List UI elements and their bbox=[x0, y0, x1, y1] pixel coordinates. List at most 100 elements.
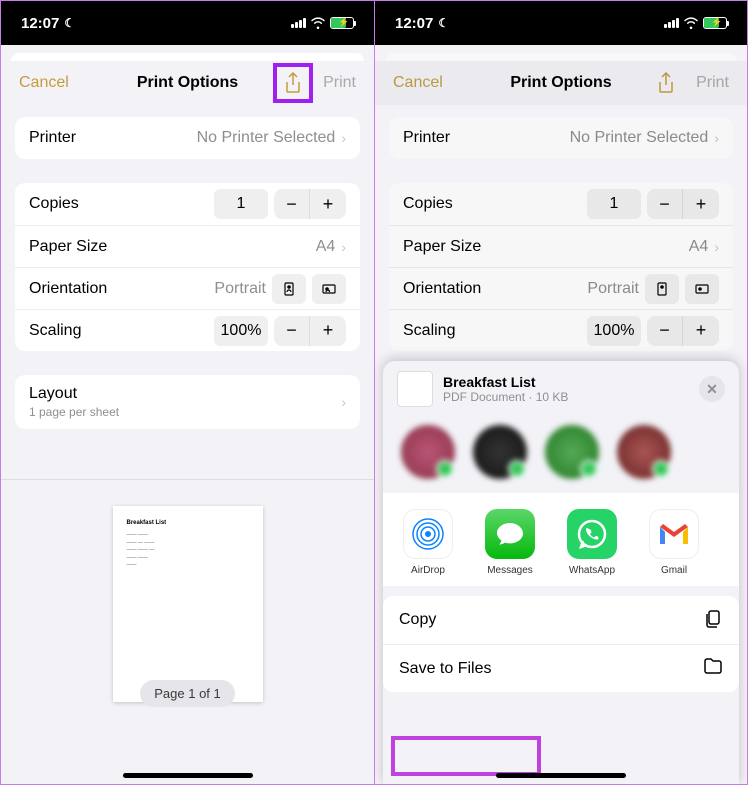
battery-icon: ⚡ bbox=[703, 17, 727, 29]
share-subtitle: PDF Document · 10 KB bbox=[443, 390, 689, 404]
share-thumbnail bbox=[397, 371, 433, 407]
chevron-right-icon: › bbox=[714, 130, 719, 146]
paper-size-label: Paper Size bbox=[29, 238, 107, 256]
close-button[interactable]: ✕ bbox=[699, 376, 725, 402]
orientation-portrait-button[interactable] bbox=[272, 274, 306, 304]
cancel-button[interactable]: Cancel bbox=[19, 74, 69, 92]
copies-decrement-button[interactable]: − bbox=[274, 189, 310, 219]
printer-section: Printer No Printer Selected › bbox=[15, 117, 360, 159]
signal-icon bbox=[664, 18, 679, 28]
background-sheet-edge bbox=[11, 53, 364, 61]
orientation-landscape-button[interactable] bbox=[685, 274, 719, 304]
contact-avatar[interactable] bbox=[401, 425, 455, 479]
preview-line: —— —— — bbox=[127, 547, 249, 555]
nav-bar: Cancel Print Options Print bbox=[1, 61, 374, 105]
orientation-row: Orientation Portrait bbox=[15, 267, 360, 309]
paper-size-value: A4 bbox=[689, 238, 709, 256]
highlight-annotation bbox=[391, 736, 541, 776]
orientation-landscape-button[interactable] bbox=[312, 274, 346, 304]
orientation-portrait-button[interactable] bbox=[645, 274, 679, 304]
printer-value: No Printer Selected bbox=[570, 129, 709, 147]
app-messages[interactable]: Messages bbox=[481, 509, 539, 576]
share-sheet: Breakfast List PDF Document · 10 KB ✕ Ai… bbox=[383, 361, 739, 784]
chevron-right-icon: › bbox=[341, 130, 346, 146]
messages-icon bbox=[485, 509, 535, 559]
folder-icon bbox=[703, 657, 723, 680]
app-gmail[interactable]: Gmail bbox=[645, 509, 703, 576]
layout-row[interactable]: Layout 1 page per sheet › bbox=[15, 375, 360, 429]
scaling-value[interactable]: 100% bbox=[587, 316, 641, 346]
copies-stepper: − + bbox=[274, 189, 346, 219]
home-indicator[interactable] bbox=[123, 773, 253, 778]
save-label: Save to Files bbox=[399, 660, 491, 678]
whatsapp-icon bbox=[567, 509, 617, 559]
preview-line: —— — —— bbox=[127, 540, 249, 548]
print-button[interactable]: Print bbox=[696, 74, 729, 92]
print-button[interactable]: Print bbox=[323, 74, 356, 92]
layout-label: Layout bbox=[29, 385, 119, 403]
app-whatsapp[interactable]: WhatsApp bbox=[563, 509, 621, 576]
printer-section: Printer No Printer Selected › bbox=[389, 117, 733, 159]
share-button[interactable] bbox=[646, 63, 686, 103]
copy-action[interactable]: Copy bbox=[383, 596, 739, 644]
scaling-stepper: − + bbox=[274, 316, 346, 346]
scaling-value[interactable]: 100% bbox=[214, 316, 268, 346]
contact-avatar[interactable] bbox=[545, 425, 599, 479]
wifi-icon bbox=[683, 17, 699, 29]
settings-section: Copies 1 − + Paper Size A4 › Orientation… bbox=[15, 183, 360, 351]
printer-row[interactable]: Printer No Printer Selected › bbox=[15, 117, 360, 159]
app-label: Gmail bbox=[661, 565, 687, 576]
page-indicator: Page 1 of 1 bbox=[140, 680, 235, 707]
app-label: AirDrop bbox=[411, 565, 445, 576]
preview-line: —— —— bbox=[127, 555, 249, 563]
paper-size-label: Paper Size bbox=[403, 238, 481, 256]
moon-icon: ☾ bbox=[438, 16, 449, 30]
contact-avatar[interactable] bbox=[617, 425, 671, 479]
share-title: Breakfast List bbox=[443, 374, 689, 390]
gmail-icon bbox=[649, 509, 699, 559]
scaling-increment-button[interactable]: + bbox=[310, 316, 346, 346]
chevron-right-icon: › bbox=[714, 239, 719, 255]
status-bar: 12:07 ☾ ⚡ bbox=[1, 1, 374, 45]
printer-label: Printer bbox=[29, 129, 76, 147]
contacts-row bbox=[383, 417, 739, 493]
copies-row: Copies 1 − + bbox=[389, 183, 733, 225]
printer-value: No Printer Selected bbox=[197, 129, 336, 147]
page-preview[interactable]: Breakfast List —— —— —— — —— —— —— — —— … bbox=[113, 506, 263, 702]
contact-avatar[interactable] bbox=[473, 425, 527, 479]
airdrop-icon bbox=[403, 509, 453, 559]
nav-bar: Cancel Print Options Print bbox=[375, 61, 747, 105]
layout-sub: 1 page per sheet bbox=[29, 405, 119, 419]
left-screenshot: 12:07 ☾ ⚡ Cancel Print Options Print Pri… bbox=[0, 0, 374, 785]
preview-line: —— bbox=[127, 562, 249, 570]
share-button[interactable] bbox=[273, 63, 313, 103]
copies-increment-button[interactable]: + bbox=[683, 189, 719, 219]
scaling-label: Scaling bbox=[403, 322, 455, 340]
scaling-decrement-button[interactable]: − bbox=[274, 316, 310, 346]
printer-row[interactable]: Printer No Printer Selected › bbox=[389, 117, 733, 159]
copies-increment-button[interactable]: + bbox=[310, 189, 346, 219]
scaling-row: Scaling 100% − + bbox=[389, 309, 733, 351]
apps-row: AirDrop Messages WhatsApp Gmail bbox=[383, 493, 739, 586]
copies-value[interactable]: 1 bbox=[587, 189, 641, 219]
copies-value[interactable]: 1 bbox=[214, 189, 268, 219]
app-airdrop[interactable]: AirDrop bbox=[399, 509, 457, 576]
moon-icon: ☾ bbox=[64, 16, 75, 30]
save-to-files-action[interactable]: Save to Files bbox=[383, 644, 739, 692]
scaling-increment-button[interactable]: + bbox=[683, 316, 719, 346]
orientation-value: Portrait bbox=[587, 280, 639, 298]
copies-label: Copies bbox=[403, 195, 453, 213]
cancel-button[interactable]: Cancel bbox=[393, 74, 443, 92]
paper-row[interactable]: Paper Size A4 › bbox=[15, 225, 360, 267]
copies-decrement-button[interactable]: − bbox=[647, 189, 683, 219]
share-icon bbox=[657, 72, 675, 94]
home-indicator[interactable] bbox=[496, 773, 626, 778]
share-header: Breakfast List PDF Document · 10 KB ✕ bbox=[383, 361, 739, 417]
app-label: Messages bbox=[487, 565, 533, 576]
printer-label: Printer bbox=[403, 129, 450, 147]
paper-row[interactable]: Paper Size A4 › bbox=[389, 225, 733, 267]
scaling-decrement-button[interactable]: − bbox=[647, 316, 683, 346]
actions-list: Copy Save to Files bbox=[383, 596, 739, 692]
scaling-row: Scaling 100% − + bbox=[15, 309, 360, 351]
preview-line: —— —— bbox=[127, 532, 249, 540]
